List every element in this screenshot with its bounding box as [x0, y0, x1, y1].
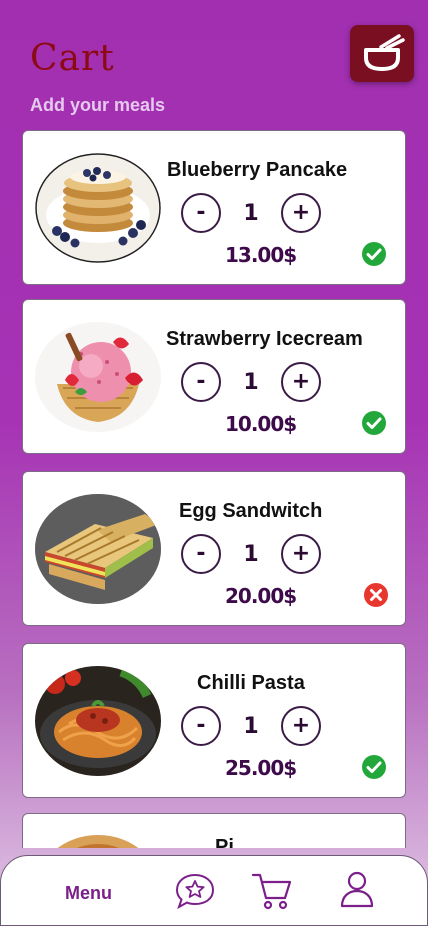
page-subtitle: Add your meals — [30, 95, 166, 115]
nav-menu-button[interactable]: Menu — [65, 883, 112, 904]
increase-quantity-button[interactable]: + — [281, 534, 321, 574]
x-circle-icon — [364, 583, 388, 607]
increase-quantity-button[interactable]: + — [281, 362, 321, 402]
decrease-quantity-button[interactable]: - — [181, 193, 221, 233]
bottom-navigation: Menu — [0, 855, 428, 926]
check-circle-icon — [362, 411, 386, 435]
increase-quantity-button[interactable]: + — [281, 193, 321, 233]
item-name: Pi — [215, 836, 234, 848]
cart-item-card: Blueberry Pancake - 1 + 13.00$ — [22, 130, 406, 285]
app-logo-button[interactable] — [350, 25, 414, 82]
quantity-value: 1 — [243, 370, 259, 395]
item-name: Strawberry Icecream — [166, 328, 363, 350]
strawberry-icecream-image — [35, 322, 161, 432]
cart-icon[interactable] — [251, 870, 293, 912]
page-title: Cart — [30, 38, 115, 79]
item-price: 13.00$ — [225, 243, 297, 267]
cart-item-card: Egg Sandwitch - 1 + 20.00$ — [22, 471, 406, 626]
item-price: 10.00$ — [225, 412, 297, 436]
decrease-quantity-button[interactable]: - — [181, 362, 221, 402]
item-price: 25.00$ — [225, 756, 297, 780]
quantity-value: 1 — [243, 542, 259, 567]
reviews-star-chat-icon[interactable] — [175, 872, 215, 910]
item-price: 20.00$ — [225, 584, 297, 608]
check-circle-icon — [362, 755, 386, 779]
quantity-value: 1 — [243, 714, 259, 739]
check-circle-icon — [362, 242, 386, 266]
quantity-value: 1 — [243, 201, 259, 226]
cart-item-card: Pi — [22, 813, 406, 848]
chilli-pasta-image — [35, 666, 161, 776]
bowl-icon — [364, 33, 405, 71]
cart-item-card: Chilli Pasta - 1 + 25.00$ — [22, 643, 406, 798]
increase-quantity-button[interactable]: + — [281, 706, 321, 746]
item-name: Blueberry Pancake — [167, 159, 348, 181]
cart-item-card: Strawberry Icecream - 1 + 10.00$ — [22, 299, 406, 454]
item-name: Chilli Pasta — [197, 672, 305, 694]
decrease-quantity-button[interactable]: - — [181, 534, 221, 574]
header: Cart Add your meals — [0, 0, 428, 130]
profile-icon[interactable] — [339, 870, 375, 908]
food-image — [35, 834, 161, 848]
decrease-quantity-button[interactable]: - — [181, 706, 221, 746]
item-name: Egg Sandwitch — [179, 500, 323, 522]
blueberry-pancake-image — [35, 153, 161, 263]
egg-sandwitch-image — [35, 494, 161, 604]
cart-list[interactable]: Blueberry Pancake - 1 + 13.00$ Strawberr… — [0, 130, 428, 848]
